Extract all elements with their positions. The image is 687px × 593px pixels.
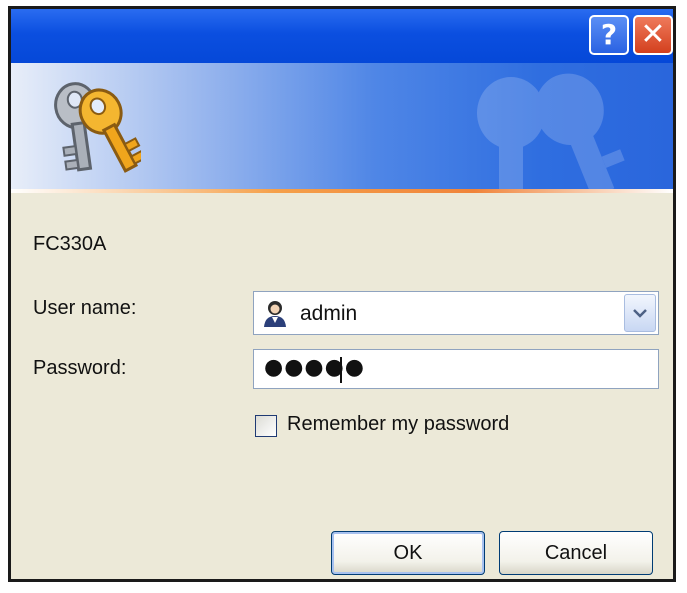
remember-password-checkbox[interactable]: [255, 415, 277, 437]
banner-accent-line: [11, 189, 673, 193]
text-caret: [340, 357, 342, 383]
username-combobox[interactable]: admin: [253, 291, 659, 335]
close-button[interactable]: ✕: [633, 15, 673, 55]
remember-password-label[interactable]: Remember my password: [287, 413, 509, 436]
username-value: admin: [300, 302, 358, 325]
help-button[interactable]: ?: [589, 15, 629, 55]
user-icon: [264, 301, 286, 327]
password-field[interactable]: ●●●●●: [253, 349, 659, 389]
keys-watermark-icon: [477, 73, 625, 189]
keys-icon: [54, 82, 141, 173]
cancel-button[interactable]: Cancel: [499, 531, 653, 575]
device-name: FC330A: [33, 233, 107, 255]
chevron-down-icon: [633, 309, 647, 318]
login-dialog: ? ✕ FC330A User name: admin Password: ●●…: [8, 6, 676, 582]
username-label: User name:: [33, 297, 137, 319]
ok-button[interactable]: OK: [331, 531, 485, 575]
dropdown-button[interactable]: [624, 294, 656, 332]
dialog-banner: [11, 63, 673, 189]
title-bar: ? ✕: [11, 9, 673, 63]
password-label: Password:: [33, 357, 127, 379]
password-value: ●●●●●: [264, 355, 365, 380]
